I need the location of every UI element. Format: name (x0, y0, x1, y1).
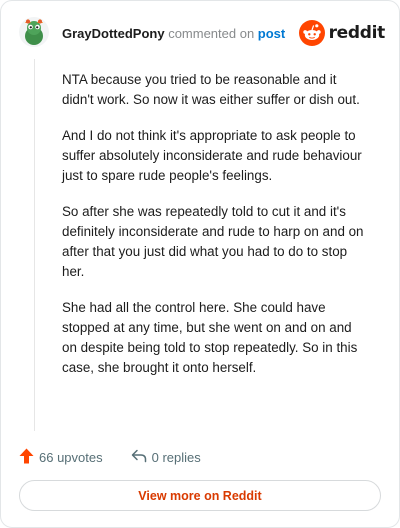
comment-actions: 66 upvotes 0 replies (19, 447, 201, 467)
post-link[interactable]: post (258, 26, 285, 41)
comment-embed-card: GrayDottedPony commented on post reddit … (0, 0, 400, 528)
reply-count: 0 replies (151, 449, 201, 465)
author-line: GrayDottedPony commented on post (62, 26, 285, 42)
avatar-icon (19, 17, 49, 47)
reply-button[interactable]: 0 replies (131, 449, 201, 466)
upvote-count: 66 upvotes (39, 449, 103, 465)
comment-header: GrayDottedPony commented on post reddit (19, 17, 385, 51)
commented-on-text: commented on (164, 26, 258, 41)
upvote-arrow-icon (19, 448, 34, 467)
thread-line (34, 59, 35, 431)
author-name[interactable]: GrayDottedPony (62, 26, 165, 41)
comment-paragraph: And I do not think it's appropriate to a… (62, 128, 362, 183)
reddit-logo[interactable]: reddit (298, 18, 386, 48)
user-avatar[interactable] (19, 17, 49, 47)
comment-paragraph: NTA because you tried to be reasonable a… (62, 72, 360, 107)
comment-paragraph: She had all the control here. She could … (62, 300, 358, 375)
upvote-button[interactable]: 66 upvotes (19, 448, 103, 467)
reddit-alien-icon (298, 20, 325, 46)
view-more-button[interactable]: View more on Reddit (19, 480, 381, 511)
reply-arrow-icon (131, 449, 147, 466)
reddit-wordmark: reddit (328, 23, 386, 43)
comment-paragraph: So after she was repeatedly told to cut … (62, 204, 364, 279)
comment-body: NTA because you tried to be reasonable a… (62, 70, 367, 394)
